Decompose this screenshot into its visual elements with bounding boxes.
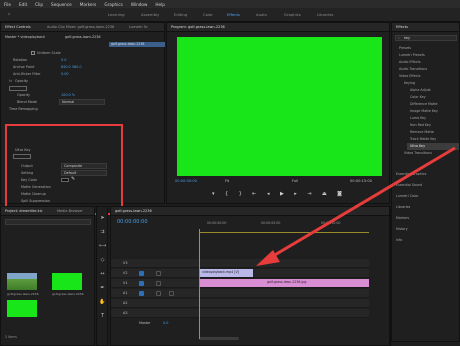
annotation-arrow-shaft — [267, 146, 456, 261]
annotation-arrow — [256, 146, 456, 266]
